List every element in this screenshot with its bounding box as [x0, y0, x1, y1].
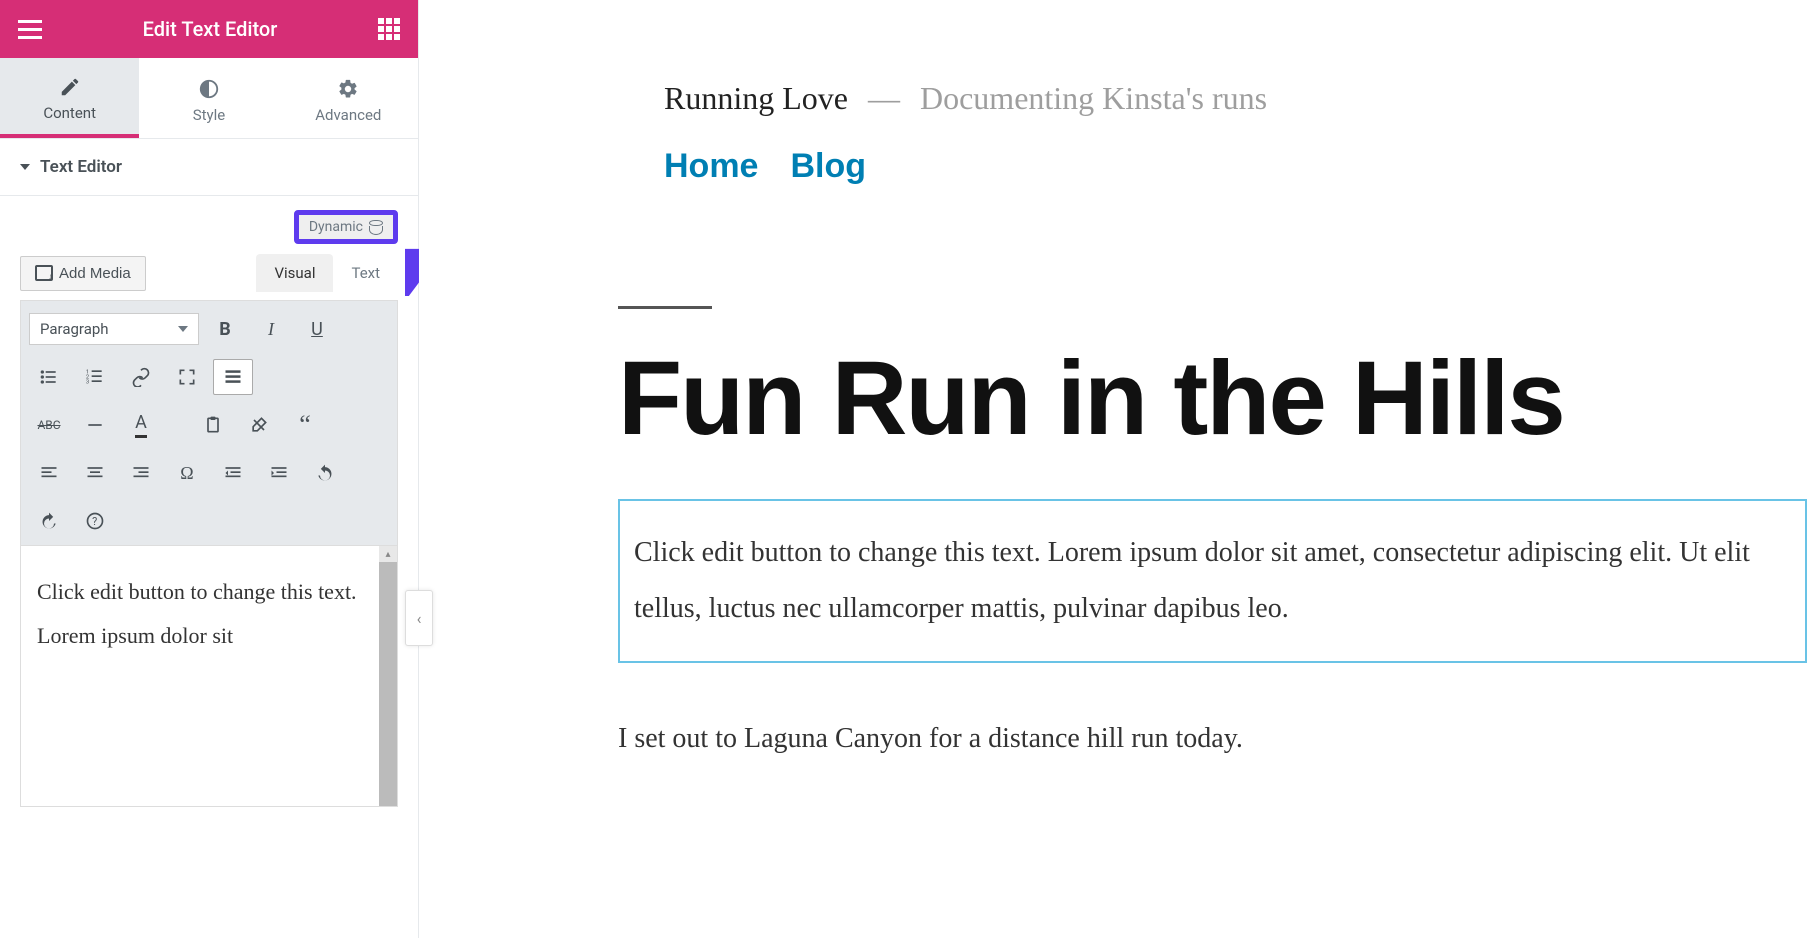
align-left-button[interactable] — [29, 455, 69, 491]
menu-icon[interactable] — [18, 20, 42, 39]
strikethrough-button[interactable]: ABC — [29, 407, 69, 443]
sidebar-title: Edit Text Editor — [42, 17, 378, 41]
collapse-sidebar-button[interactable]: ‹ — [405, 590, 433, 646]
bold-button[interactable]: B — [205, 311, 245, 347]
apps-icon[interactable] — [378, 18, 400, 40]
redo-button[interactable] — [29, 503, 69, 539]
pencil-icon — [59, 76, 81, 98]
blockquote-button[interactable]: “ — [285, 407, 325, 443]
editor-mode-tabs: Visual Text — [256, 254, 398, 292]
tab-label: Content — [43, 104, 96, 122]
tab-style[interactable]: Style — [139, 58, 278, 138]
separator: — — [868, 80, 900, 116]
nav-home[interactable]: Home — [664, 147, 758, 185]
database-icon — [369, 220, 383, 234]
editor-scrollbar[interactable]: ▴ — [379, 546, 397, 806]
rich-text-toolbar: Paragraph B I U 123 ABC A — [20, 300, 398, 546]
site-nav: Home Blog — [664, 147, 1807, 186]
chevron-down-icon — [20, 164, 30, 170]
tab-label: Advanced — [315, 106, 381, 124]
editor-tab-visual[interactable]: Visual — [256, 254, 333, 292]
tab-advanced[interactable]: Advanced — [279, 58, 418, 138]
scrollbar-track[interactable] — [379, 562, 397, 806]
text-color-button[interactable]: A — [121, 407, 161, 443]
site-header: Running Love — Documenting Kinsta's runs — [664, 80, 1807, 117]
outdent-button[interactable] — [213, 455, 253, 491]
toolbar-toggle-button[interactable] — [213, 359, 253, 395]
post-body-text: I set out to Laguna Canyon for a distanc… — [618, 723, 1807, 755]
add-media-button[interactable]: Add Media — [20, 256, 146, 291]
editor-sidebar: Edit Text Editor Content Style Advanced … — [0, 0, 419, 938]
svg-text:?: ? — [92, 515, 97, 528]
contrast-icon — [198, 78, 220, 100]
indent-button[interactable] — [259, 455, 299, 491]
add-media-label: Add Media — [59, 265, 131, 282]
dynamic-label: Dynamic — [309, 219, 363, 235]
link-button[interactable] — [121, 359, 161, 395]
fullscreen-button[interactable] — [167, 359, 207, 395]
format-selected: Paragraph — [40, 320, 109, 338]
paste-button[interactable] — [193, 407, 233, 443]
preview-canvas: ‹ Running Love — Documenting Kinsta's ru… — [419, 0, 1807, 938]
undo-button[interactable] — [305, 455, 345, 491]
selected-text-widget[interactable]: Click edit button to change this text. L… — [618, 499, 1807, 663]
numbered-list-button[interactable]: 123 — [75, 359, 115, 395]
tab-label: Style — [193, 106, 226, 124]
site-tagline: Documenting Kinsta's runs — [920, 80, 1267, 116]
align-center-button[interactable] — [75, 455, 115, 491]
dynamic-button[interactable]: Dynamic — [294, 210, 398, 244]
scroll-up-icon[interactable]: ▴ — [379, 546, 397, 562]
text-editor-area: Click edit button to change this text. L… — [20, 546, 398, 807]
sidebar-tabs: Content Style Advanced — [0, 58, 418, 139]
site-title: Running Love — [664, 80, 848, 116]
chevron-down-icon — [178, 326, 188, 332]
post-title: Fun Run in the Hills — [618, 339, 1807, 459]
sidebar-header: Edit Text Editor — [0, 0, 418, 58]
align-right-button[interactable] — [121, 455, 161, 491]
hr-button[interactable] — [75, 407, 115, 443]
divider — [618, 306, 712, 309]
nav-blog[interactable]: Blog — [790, 147, 866, 185]
italic-button[interactable]: I — [251, 311, 291, 347]
editor-textarea[interactable]: Click edit button to change this text. L… — [21, 546, 379, 806]
special-char-button[interactable]: Ω — [167, 455, 207, 491]
gear-icon — [337, 78, 359, 100]
section-title: Text Editor — [40, 157, 122, 177]
underline-button[interactable]: U — [297, 311, 337, 347]
format-select[interactable]: Paragraph — [29, 313, 199, 345]
section-header-text-editor[interactable]: Text Editor — [0, 139, 418, 196]
text-color-dropdown[interactable] — [167, 407, 187, 443]
help-button[interactable]: ? — [75, 503, 115, 539]
section-body: Dynamic Add Media Visual Text Paragraph — [0, 196, 418, 821]
bullet-list-button[interactable] — [29, 359, 69, 395]
svg-text:3: 3 — [86, 380, 89, 386]
tab-content[interactable]: Content — [0, 58, 139, 138]
editor-tab-text[interactable]: Text — [333, 254, 398, 292]
clear-format-button[interactable] — [239, 407, 279, 443]
camera-icon — [35, 265, 53, 281]
